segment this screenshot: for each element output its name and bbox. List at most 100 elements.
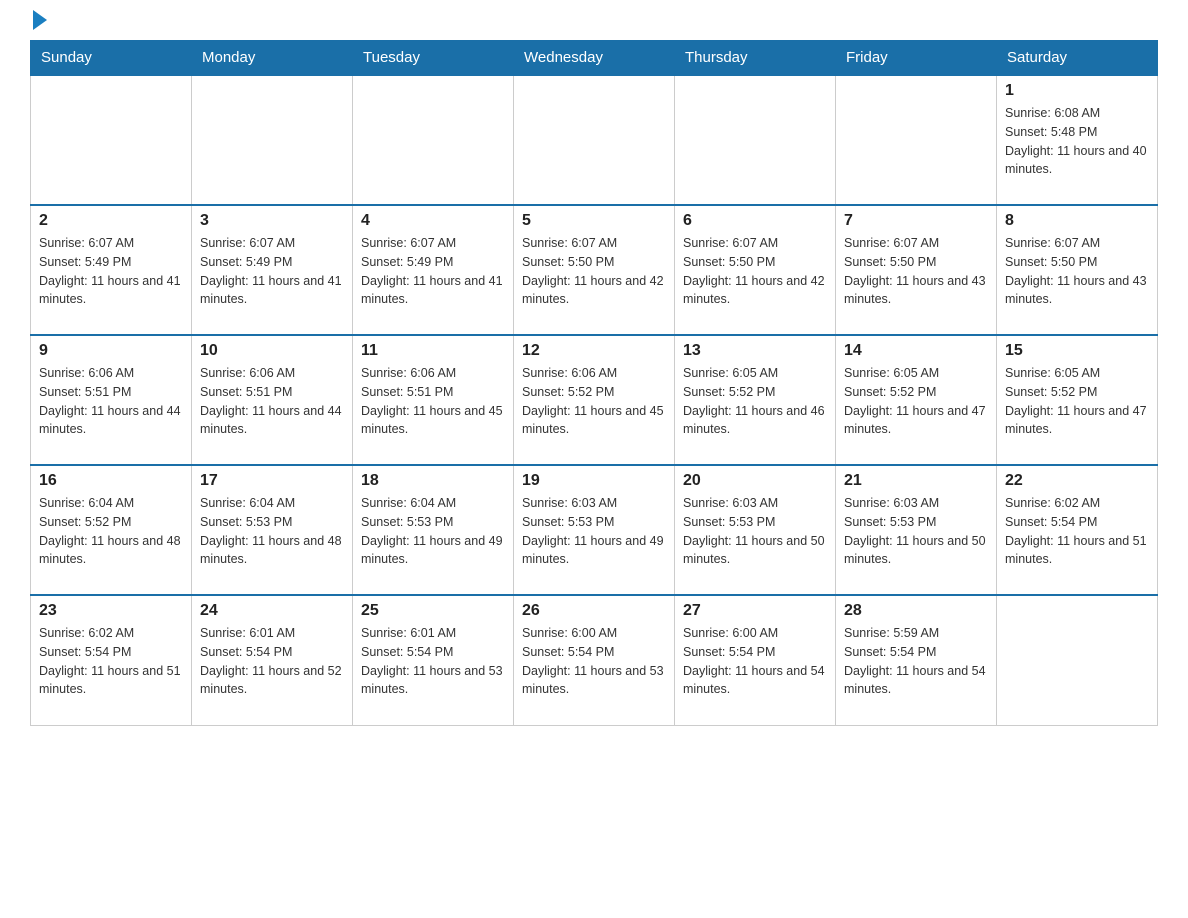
calendar-cell: 19 Sunrise: 6:03 AMSunset: 5:53 PMDayligh… xyxy=(514,465,675,595)
day-info: Sunrise: 6:03 AMSunset: 5:53 PMDaylight:… xyxy=(522,494,666,569)
calendar-header-tuesday: Tuesday xyxy=(353,41,514,76)
calendar-cell: 7 Sunrise: 6:07 AMSunset: 5:50 PMDaylight… xyxy=(836,205,997,335)
calendar-week-row: 1 Sunrise: 6:08 AMSunset: 5:48 PMDaylight… xyxy=(31,75,1158,205)
day-number: 19 xyxy=(522,472,666,490)
day-info: Sunrise: 6:05 AMSunset: 5:52 PMDaylight:… xyxy=(844,364,988,439)
calendar-cell: 13 Sunrise: 6:05 AMSunset: 5:52 PMDayligh… xyxy=(675,335,836,465)
calendar-cell: 18 Sunrise: 6:04 AMSunset: 5:53 PMDayligh… xyxy=(353,465,514,595)
day-number: 10 xyxy=(200,342,344,360)
calendar-cell: 5 Sunrise: 6:07 AMSunset: 5:50 PMDaylight… xyxy=(514,205,675,335)
calendar-cell xyxy=(514,75,675,205)
day-info: Sunrise: 6:06 AMSunset: 5:52 PMDaylight:… xyxy=(522,364,666,439)
day-number: 28 xyxy=(844,602,988,620)
calendar-header-row: SundayMondayTuesdayWednesdayThursdayFrid… xyxy=(31,41,1158,76)
calendar-cell: 23 Sunrise: 6:02 AMSunset: 5:54 PMDayligh… xyxy=(31,595,192,725)
page-header xyxy=(30,20,1158,30)
day-info: Sunrise: 6:07 AMSunset: 5:49 PMDaylight:… xyxy=(361,234,505,309)
calendar-cell: 3 Sunrise: 6:07 AMSunset: 5:49 PMDaylight… xyxy=(192,205,353,335)
day-info: Sunrise: 5:59 AMSunset: 5:54 PMDaylight:… xyxy=(844,624,988,699)
day-number: 5 xyxy=(522,212,666,230)
day-info: Sunrise: 6:02 AMSunset: 5:54 PMDaylight:… xyxy=(1005,494,1149,569)
day-info: Sunrise: 6:04 AMSunset: 5:53 PMDaylight:… xyxy=(200,494,344,569)
day-number: 22 xyxy=(1005,472,1149,490)
calendar-cell: 17 Sunrise: 6:04 AMSunset: 5:53 PMDayligh… xyxy=(192,465,353,595)
calendar-cell: 14Sunrise: 6:05 AMSunset: 5:52 PMDayligh… xyxy=(836,335,997,465)
day-info: Sunrise: 6:07 AMSunset: 5:50 PMDaylight:… xyxy=(844,234,988,309)
calendar-cell: 4 Sunrise: 6:07 AMSunset: 5:49 PMDaylight… xyxy=(353,205,514,335)
calendar-week-row: 23 Sunrise: 6:02 AMSunset: 5:54 PMDayligh… xyxy=(31,595,1158,725)
calendar-cell xyxy=(192,75,353,205)
calendar-cell: 1 Sunrise: 6:08 AMSunset: 5:48 PMDaylight… xyxy=(997,75,1158,205)
calendar-cell: 27 Sunrise: 6:00 AMSunset: 5:54 PMDayligh… xyxy=(675,595,836,725)
calendar-cell: 28 Sunrise: 5:59 AMSunset: 5:54 PMDayligh… xyxy=(836,595,997,725)
calendar-cell: 24 Sunrise: 6:01 AMSunset: 5:54 PMDayligh… xyxy=(192,595,353,725)
day-info: Sunrise: 6:05 AMSunset: 5:52 PMDaylight:… xyxy=(683,364,827,439)
calendar-cell: 25 Sunrise: 6:01 AMSunset: 5:54 PMDayligh… xyxy=(353,595,514,725)
day-number: 1 xyxy=(1005,82,1149,100)
logo-arrow-icon xyxy=(33,10,47,30)
day-number: 23 xyxy=(39,602,183,620)
calendar-cell xyxy=(353,75,514,205)
day-info: Sunrise: 6:06 AMSunset: 5:51 PMDaylight:… xyxy=(39,364,183,439)
calendar-cell: 11Sunrise: 6:06 AMSunset: 5:51 PMDayligh… xyxy=(353,335,514,465)
day-number: 8 xyxy=(1005,212,1149,230)
day-info: Sunrise: 6:04 AMSunset: 5:52 PMDaylight:… xyxy=(39,494,183,569)
day-number: 7 xyxy=(844,212,988,230)
day-number: 3 xyxy=(200,212,344,230)
calendar-cell: 15 Sunrise: 6:05 AMSunset: 5:52 PMDayligh… xyxy=(997,335,1158,465)
day-number: 9 xyxy=(39,342,183,360)
day-number: 21 xyxy=(844,472,988,490)
calendar-table: SundayMondayTuesdayWednesdayThursdayFrid… xyxy=(30,40,1158,726)
day-number: 26 xyxy=(522,602,666,620)
logo xyxy=(30,20,47,30)
calendar-week-row: 16 Sunrise: 6:04 AMSunset: 5:52 PMDayligh… xyxy=(31,465,1158,595)
day-number: 17 xyxy=(200,472,344,490)
day-number: 25 xyxy=(361,602,505,620)
day-info: Sunrise: 6:03 AMSunset: 5:53 PMDaylight:… xyxy=(844,494,988,569)
day-info: Sunrise: 6:00 AMSunset: 5:54 PMDaylight:… xyxy=(522,624,666,699)
calendar-header-sunday: Sunday xyxy=(31,41,192,76)
day-number: 4 xyxy=(361,212,505,230)
day-info: Sunrise: 6:07 AMSunset: 5:49 PMDaylight:… xyxy=(200,234,344,309)
calendar-header-monday: Monday xyxy=(192,41,353,76)
calendar-cell: 22 Sunrise: 6:02 AMSunset: 5:54 PMDayligh… xyxy=(997,465,1158,595)
day-number: 15 xyxy=(1005,342,1149,360)
calendar-cell: 9 Sunrise: 6:06 AMSunset: 5:51 PMDaylight… xyxy=(31,335,192,465)
calendar-cell: 16 Sunrise: 6:04 AMSunset: 5:52 PMDayligh… xyxy=(31,465,192,595)
day-number: 18 xyxy=(361,472,505,490)
day-info: Sunrise: 6:06 AMSunset: 5:51 PMDaylight:… xyxy=(361,364,505,439)
day-info: Sunrise: 6:07 AMSunset: 5:50 PMDaylight:… xyxy=(522,234,666,309)
day-info: Sunrise: 6:00 AMSunset: 5:54 PMDaylight:… xyxy=(683,624,827,699)
calendar-cell: 21 Sunrise: 6:03 AMSunset: 5:53 PMDayligh… xyxy=(836,465,997,595)
day-number: 16 xyxy=(39,472,183,490)
day-info: Sunrise: 6:01 AMSunset: 5:54 PMDaylight:… xyxy=(361,624,505,699)
day-number: 13 xyxy=(683,342,827,360)
calendar-cell xyxy=(31,75,192,205)
calendar-week-row: 2 Sunrise: 6:07 AMSunset: 5:49 PMDaylight… xyxy=(31,205,1158,335)
calendar-cell xyxy=(675,75,836,205)
day-number: 2 xyxy=(39,212,183,230)
day-info: Sunrise: 6:02 AMSunset: 5:54 PMDaylight:… xyxy=(39,624,183,699)
day-number: 20 xyxy=(683,472,827,490)
day-info: Sunrise: 6:06 AMSunset: 5:51 PMDaylight:… xyxy=(200,364,344,439)
day-info: Sunrise: 6:05 AMSunset: 5:52 PMDaylight:… xyxy=(1005,364,1149,439)
day-info: Sunrise: 6:07 AMSunset: 5:50 PMDaylight:… xyxy=(1005,234,1149,309)
day-number: 12 xyxy=(522,342,666,360)
day-info: Sunrise: 6:04 AMSunset: 5:53 PMDaylight:… xyxy=(361,494,505,569)
day-info: Sunrise: 6:08 AMSunset: 5:48 PMDaylight:… xyxy=(1005,104,1149,179)
calendar-cell: 20Sunrise: 6:03 AMSunset: 5:53 PMDayligh… xyxy=(675,465,836,595)
calendar-cell: 26 Sunrise: 6:00 AMSunset: 5:54 PMDayligh… xyxy=(514,595,675,725)
day-info: Sunrise: 6:07 AMSunset: 5:50 PMDaylight:… xyxy=(683,234,827,309)
calendar-header-wednesday: Wednesday xyxy=(514,41,675,76)
day-info: Sunrise: 6:07 AMSunset: 5:49 PMDaylight:… xyxy=(39,234,183,309)
calendar-cell xyxy=(836,75,997,205)
day-info: Sunrise: 6:01 AMSunset: 5:54 PMDaylight:… xyxy=(200,624,344,699)
day-number: 27 xyxy=(683,602,827,620)
calendar-week-row: 9 Sunrise: 6:06 AMSunset: 5:51 PMDaylight… xyxy=(31,335,1158,465)
calendar-cell: 2 Sunrise: 6:07 AMSunset: 5:49 PMDaylight… xyxy=(31,205,192,335)
calendar-cell: 6 Sunrise: 6:07 AMSunset: 5:50 PMDaylight… xyxy=(675,205,836,335)
day-number: 24 xyxy=(200,602,344,620)
calendar-cell: 12 Sunrise: 6:06 AMSunset: 5:52 PMDayligh… xyxy=(514,335,675,465)
calendar-header-friday: Friday xyxy=(836,41,997,76)
day-number: 6 xyxy=(683,212,827,230)
